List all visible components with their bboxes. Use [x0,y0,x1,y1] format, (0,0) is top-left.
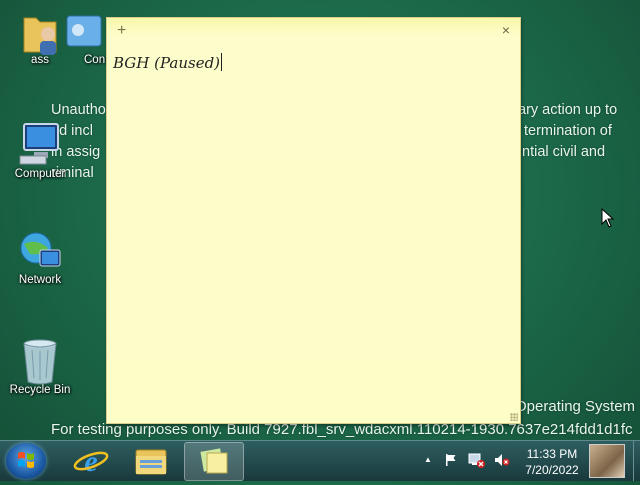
desktop-icon-label: Computer [14,168,66,180]
sticky-note-titlebar[interactable]: + × [107,18,520,44]
taskbar: e ▲ 11:33 PM 7/20/2022 [0,440,640,481]
taskbar-sticky-notes[interactable] [184,442,244,481]
user-folder-icon [18,8,62,55]
start-button[interactable] [6,443,46,479]
user-avatar[interactable] [589,444,625,478]
network-tray-icon[interactable] [468,453,485,468]
sticky-note-text[interactable]: BGH (Paused) [113,53,223,72]
desktop-icon-computer[interactable]: Computer [0,122,80,180]
sticky-notes-icon [200,448,228,474]
tray-overflow-chevron[interactable]: ▲ [424,455,432,464]
control-panel-icon [64,14,104,54]
show-desktop-button[interactable] [633,441,640,481]
resize-grip[interactable] [510,413,518,421]
volume-muted-icon[interactable] [494,453,510,467]
desktop-icon-network[interactable]: Network [0,228,80,286]
os-watermark: Operating System [515,398,636,415]
text-caret [221,53,223,71]
windows-logo-icon [18,452,34,468]
network-icon [18,228,62,272]
note-text-content: BGH (Paused) [113,54,221,72]
clock-date: 7/20/2022 [525,463,579,477]
clock-time: 11:33 PM [526,447,578,461]
internet-explorer-icon: e [73,445,109,478]
computer-icon [18,122,62,166]
new-note-button[interactable]: + [117,22,126,40]
svg-text:e: e [84,445,97,478]
system-clock[interactable]: 11:33 PM 7/20/2022 [520,446,584,478]
mouse-cursor-icon [601,207,615,233]
desktop-icon-recycle-bin[interactable]: Recycle Bin [0,338,80,396]
wallpaper-text-right: ary action up to termination of ntial ci… [518,102,618,160]
sticky-note[interactable]: + × BGH (Paused) [106,17,521,424]
close-note-button[interactable]: × [502,22,510,38]
taskbar-file-explorer[interactable] [122,442,180,479]
folder-icon [135,449,167,475]
recycle-bin-icon [18,338,62,385]
taskbar-internet-explorer[interactable]: e [62,442,120,479]
action-center-flag-icon[interactable] [444,453,458,467]
